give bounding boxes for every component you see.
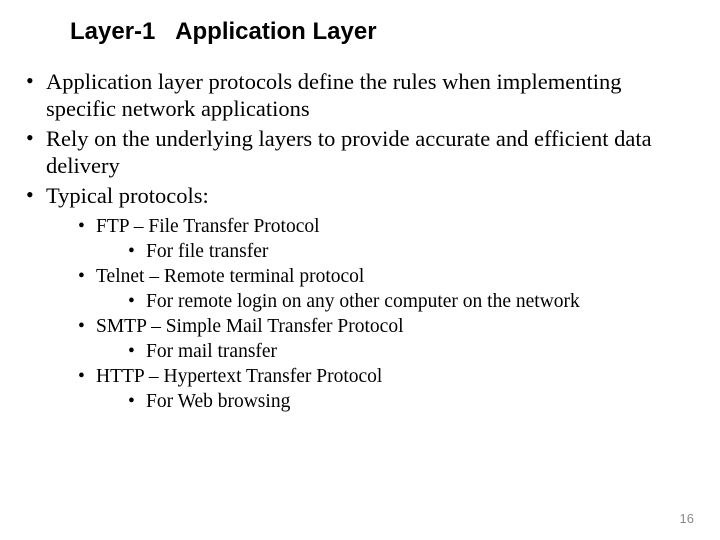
- protocol-name: Telnet – Remote terminal protocol: [96, 266, 364, 287]
- list-item: FTP – File Transfer Protocol For file tr…: [76, 215, 690, 265]
- protocol-desc: For remote login on any other computer o…: [146, 291, 580, 312]
- list-item: For Web browsing: [126, 390, 690, 415]
- protocol-name: HTTP – Hypertext Transfer Protocol: [96, 366, 382, 387]
- slide: Layer-1 Application Layer Application la…: [0, 0, 720, 540]
- list-item: HTTP – Hypertext Transfer Protocol For W…: [76, 365, 690, 415]
- bullet-list-level-3: For file transfer: [96, 240, 690, 265]
- bullet-text: Rely on the underlying layers to provide…: [46, 126, 652, 178]
- protocol-desc: For mail transfer: [146, 341, 277, 362]
- list-item: Application layer protocols define the r…: [24, 68, 690, 123]
- protocol-desc: For file transfer: [146, 241, 268, 262]
- page-number: 16: [680, 511, 694, 526]
- bullet-list-level-2: FTP – File Transfer Protocol For file tr…: [46, 215, 690, 415]
- bullet-text: Application layer protocols define the r…: [46, 69, 621, 121]
- list-item: SMTP – Simple Mail Transfer Protocol For…: [76, 315, 690, 365]
- list-item: For file transfer: [126, 240, 690, 265]
- list-item: Rely on the underlying layers to provide…: [24, 125, 690, 180]
- list-item: Typical protocols: FTP – File Transfer P…: [24, 182, 690, 415]
- list-item: Telnet – Remote terminal protocol For re…: [76, 265, 690, 315]
- bullet-list-level-1: Application layer protocols define the r…: [24, 68, 690, 415]
- protocol-name: FTP – File Transfer Protocol: [96, 216, 320, 237]
- bullet-list-level-3: For mail transfer: [96, 340, 690, 365]
- slide-body: Application layer protocols define the r…: [24, 68, 690, 417]
- protocol-desc: For Web browsing: [146, 391, 290, 412]
- protocol-name: SMTP – Simple Mail Transfer Protocol: [96, 316, 404, 337]
- title-part-2: Application Layer: [175, 18, 376, 45]
- title-part-1: Layer-1: [70, 18, 155, 45]
- bullet-list-level-3: For Web browsing: [96, 390, 690, 415]
- slide-title: Layer-1 Application Layer: [70, 18, 377, 46]
- list-item: For remote login on any other computer o…: [126, 290, 690, 315]
- bullet-text: Typical protocols:: [46, 183, 209, 208]
- list-item: For mail transfer: [126, 340, 690, 365]
- bullet-list-level-3: For remote login on any other computer o…: [96, 290, 690, 315]
